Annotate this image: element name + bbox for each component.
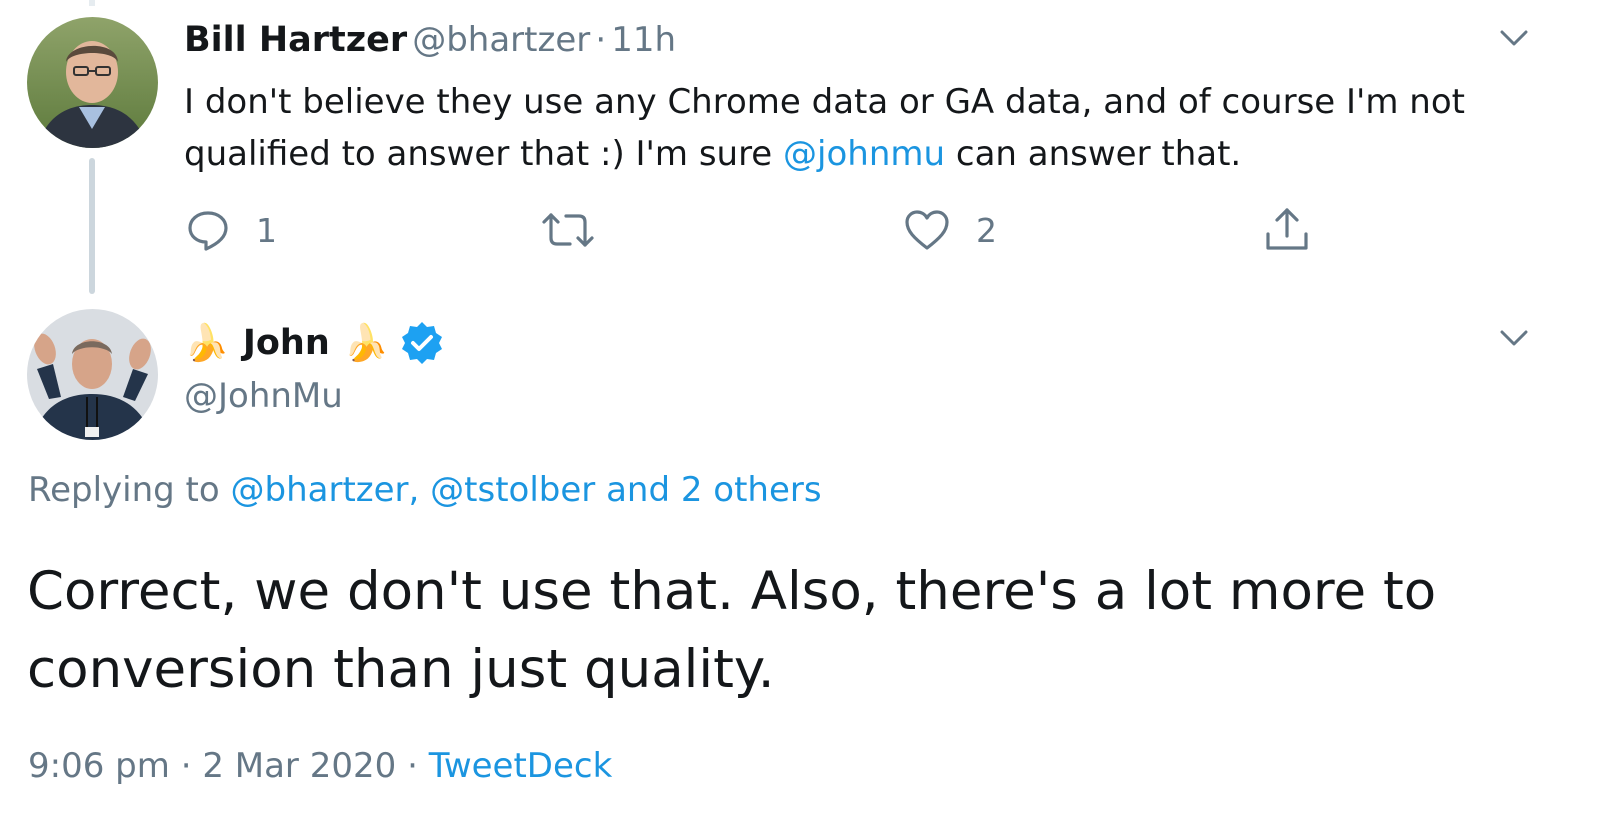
replying-label: Replying to	[28, 470, 231, 510]
author-handle[interactable]: @bhartzer	[412, 20, 590, 60]
retweet-icon	[542, 213, 594, 247]
tweet-text-line: Correct, we don't use that. Also, there'…	[27, 561, 1437, 622]
reply-button[interactable]: 1	[186, 208, 277, 252]
banana-emoji: 🍌	[184, 323, 229, 364]
like-button[interactable]: 2	[904, 208, 997, 252]
share-icon	[1266, 208, 1308, 250]
main-tweet-menu[interactable]	[1494, 318, 1534, 362]
others-link[interactable]: and 2 others	[595, 470, 822, 510]
author-name[interactable]: John	[243, 323, 330, 363]
thread-line	[89, 158, 95, 294]
chevron-down-icon	[1500, 30, 1528, 46]
avatar-bill-hartzer[interactable]	[27, 17, 158, 148]
mention-link[interactable]: @bhartzer	[231, 470, 409, 510]
tweet-meta: 9:06 pm · 2 Mar 2020 · TweetDeck	[28, 746, 612, 786]
main-tweet-text: Correct, we don't use that. Also, there'…	[27, 553, 1436, 709]
tweet-text-line: conversion than just quality.	[27, 639, 775, 700]
like-count: 2	[976, 210, 997, 250]
reply-icon	[188, 211, 228, 251]
source-link[interactable]: TweetDeck	[429, 746, 613, 786]
author-name[interactable]: Bill Hartzer	[184, 20, 407, 60]
replying-to: Replying to @bhartzer, @tstolber and 2 o…	[28, 470, 822, 510]
reply-count: 1	[256, 210, 277, 250]
retweet-button[interactable]	[540, 208, 596, 252]
main-tweet-header: 🍌 John 🍌	[184, 320, 445, 366]
mention-link[interactable]: @tstolber	[430, 470, 595, 510]
separator: ·	[407, 746, 418, 786]
tweet-text-line: qualified to answer that :) I'm sure @jo…	[184, 134, 1242, 174]
tweet-time[interactable]: 11h	[611, 20, 676, 60]
tweet-time[interactable]: 9:06 pm	[28, 746, 170, 786]
verified-badge-icon	[401, 322, 442, 364]
share-button[interactable]	[1264, 206, 1310, 252]
parent-tweet-text: I don't believe they use any Chrome data…	[184, 76, 1574, 180]
avatar-john-mu[interactable]	[27, 309, 158, 440]
parent-tweet-menu[interactable]	[1494, 18, 1534, 62]
mention-link[interactable]: @johnmu	[783, 134, 945, 174]
thread-line-top	[89, 0, 95, 6]
separator: ·	[180, 746, 192, 786]
chevron-down-icon	[1500, 330, 1528, 346]
heart-icon	[905, 210, 949, 250]
banana-emoji: 🍌	[343, 323, 389, 364]
tweet-date[interactable]: 2 Mar 2020	[202, 746, 396, 786]
separator: ·	[595, 20, 607, 60]
parent-tweet-header: Bill Hartzer @bhartzer · 11h	[184, 20, 676, 60]
tweet-text-line: I don't believe they use any Chrome data…	[184, 82, 1465, 122]
author-handle[interactable]: @JohnMu	[184, 376, 343, 416]
